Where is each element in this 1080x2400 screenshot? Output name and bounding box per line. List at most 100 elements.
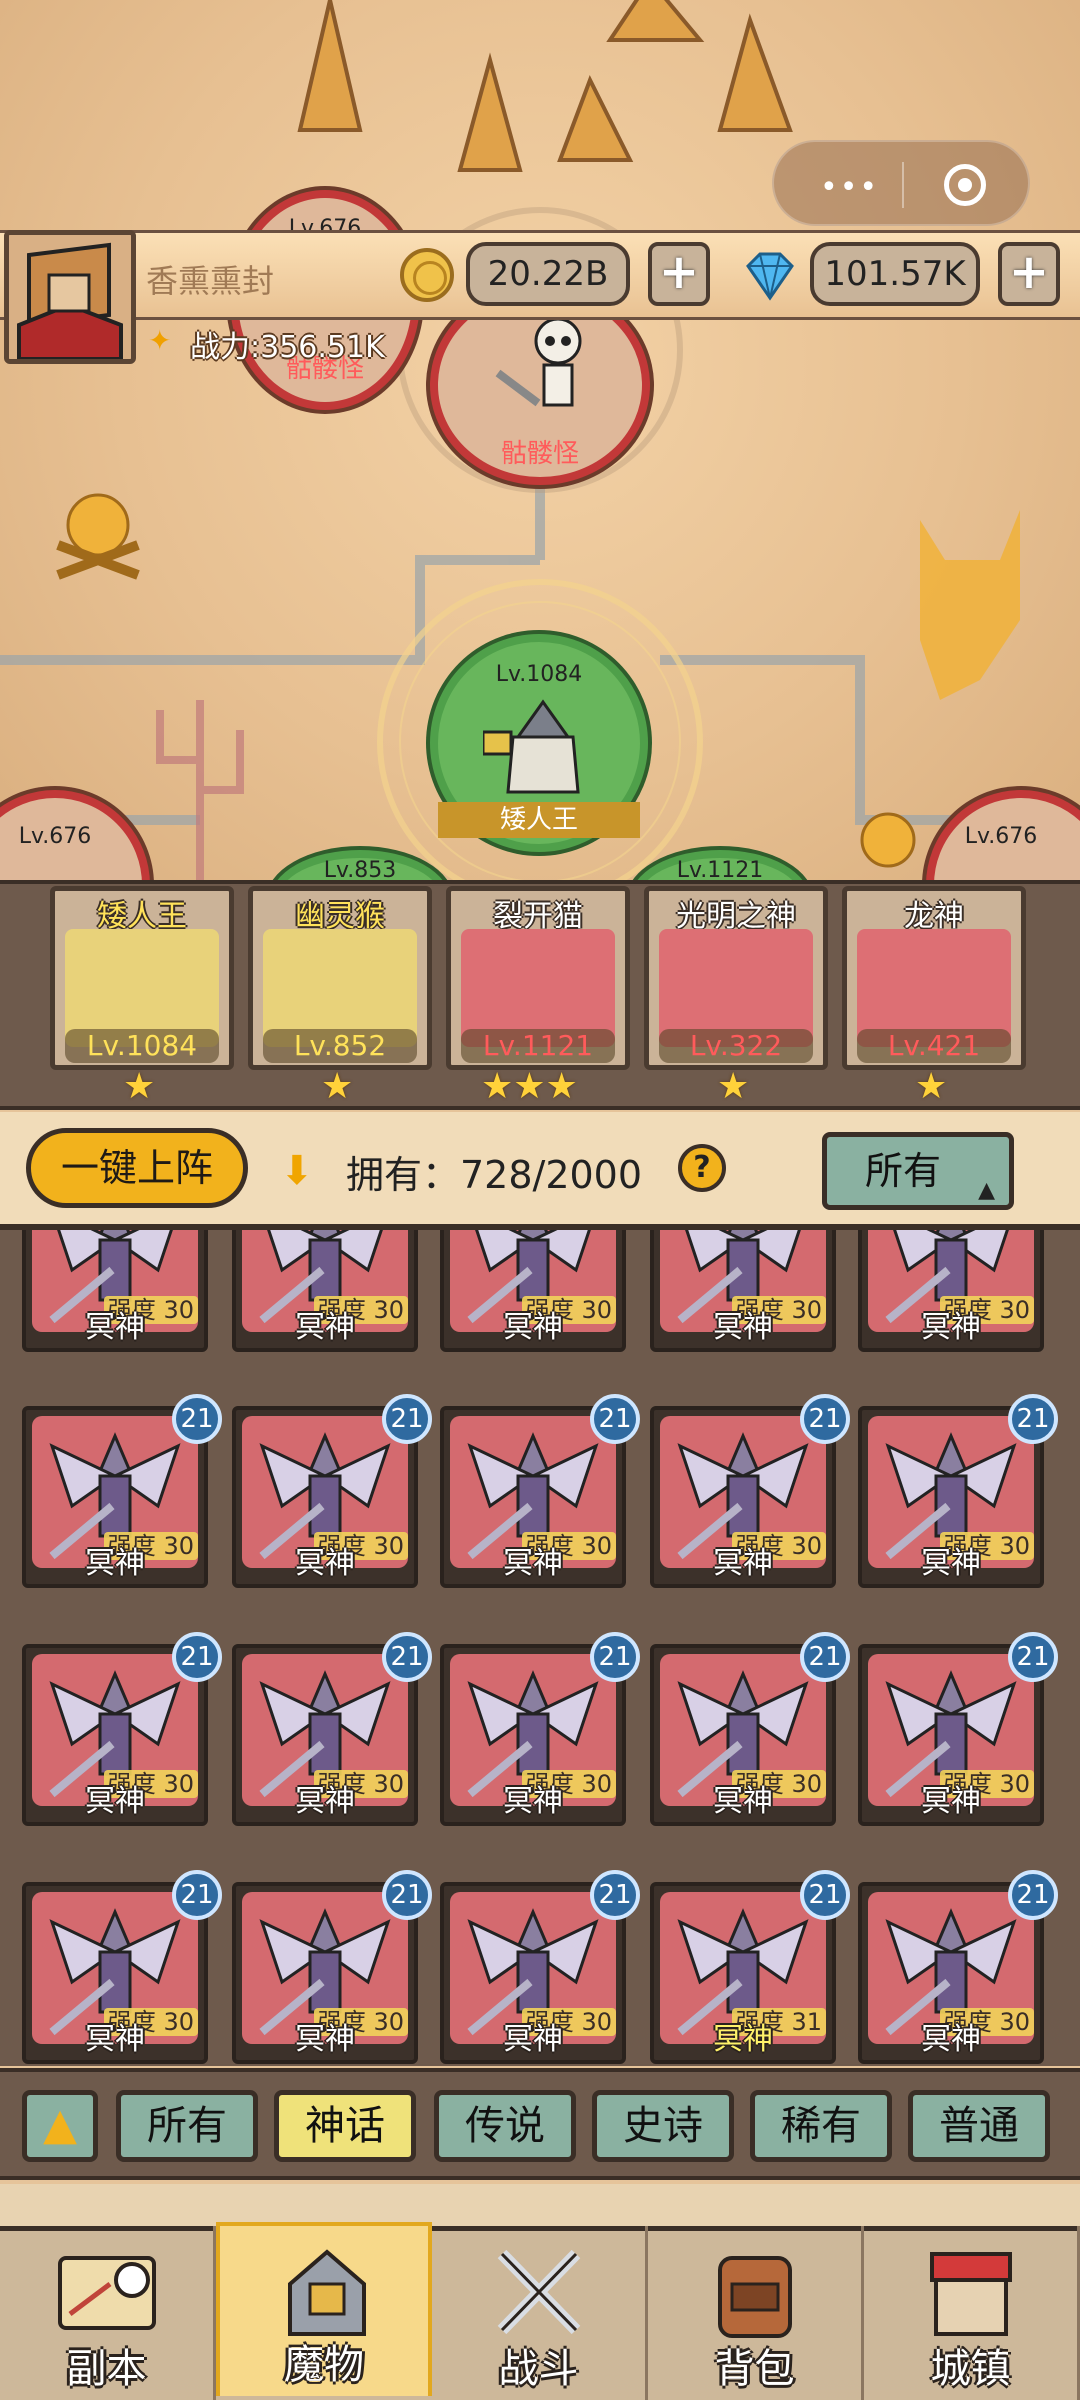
level-badge: 21 <box>172 1870 222 1920</box>
monster-card[interactable]: 强度 30 冥神 21 <box>858 1632 1058 1826</box>
level-badge: 21 <box>590 1870 640 1920</box>
backpack-icon <box>698 2244 812 2340</box>
map-area: Lv.676 骷髅怪 骷髅怪 Lv.1084 矮人王 Lv.676 Lv.676… <box>0 0 1080 980</box>
map-scroll-icon <box>50 2244 164 2340</box>
team-member-level: Lv.322 <box>659 1029 813 1063</box>
monster-card[interactable]: 强度 30 冥神 21 <box>22 1632 222 1826</box>
team-member-level: Lv.421 <box>857 1029 1011 1063</box>
monster-name: 冥神 <box>295 1310 355 1345</box>
node-level: Lv.676 <box>964 824 1038 849</box>
add-gold-button[interactable]: + <box>648 242 710 306</box>
monster-name: 冥神 <box>503 1546 563 1581</box>
nav-tab[interactable]: 副本 <box>0 2226 216 2400</box>
monster-card[interactable]: 强度 30 冥神 <box>440 1230 626 1352</box>
map-node-dwarf-king[interactable]: Lv.1084 矮人王 <box>430 634 648 852</box>
nav-tab[interactable]: 背包 <box>648 2226 864 2400</box>
monster-name: 冥神 <box>713 1310 773 1345</box>
nav-tab[interactable]: 战斗 <box>432 2226 648 2400</box>
more-dots-icon[interactable]: ••• <box>820 170 879 205</box>
sort-down-arrow-icon[interactable]: ⬇ <box>280 1148 314 1194</box>
level-badge: 21 <box>800 1632 850 1682</box>
monster-card[interactable]: 强度 31 冥神 21 <box>650 1870 850 2064</box>
monster-card[interactable]: 强度 30 冥神 21 <box>232 1870 432 2064</box>
level-badge: 21 <box>382 1632 432 1682</box>
star-rating: ★ <box>123 1066 156 1107</box>
combat-power: 战力:356.51K <box>190 330 385 365</box>
avatar[interactable] <box>4 230 136 364</box>
monster-card[interactable]: 强度 30 冥神 21 <box>232 1394 432 1588</box>
level-badge: 21 <box>800 1394 850 1444</box>
monster-card[interactable]: 强度 30 冥神 21 <box>440 1632 640 1826</box>
team-slot[interactable]: 光明之神 Lv.322 <box>644 886 828 1070</box>
dwarf-king-icon <box>483 699 580 794</box>
collapse-up-button[interactable]: ▲ <box>22 2090 98 2162</box>
rarity-tab[interactable]: 神话 <box>274 2090 416 2162</box>
team-member-level: Lv.1121 <box>461 1029 615 1063</box>
filter-dropdown-label: 所有 <box>865 1149 942 1193</box>
level-badge: 21 <box>590 1632 640 1682</box>
monster-card[interactable]: 强度 30 冥神 <box>650 1230 836 1352</box>
node-level: Lv.1084 <box>495 662 583 687</box>
rarity-tab[interactable]: 所有 <box>116 2090 258 2162</box>
team-member-level: Lv.1084 <box>65 1029 219 1063</box>
monster-card[interactable]: 强度 30 冥神 21 <box>858 1394 1058 1588</box>
team-slot[interactable]: 龙神 Lv.421 <box>842 886 1026 1070</box>
monster-card[interactable]: 强度 30 冥神 <box>232 1230 418 1352</box>
monster-name: 冥神 <box>921 1784 981 1819</box>
monster-card[interactable]: 强度 30 冥神 21 <box>22 1870 222 2064</box>
monster-card[interactable]: 强度 30 冥神 21 <box>650 1632 850 1826</box>
nav-tab[interactable]: 城镇 <box>864 2226 1080 2400</box>
team-slot[interactable]: 幽灵猴 Lv.852 <box>248 886 432 1070</box>
team-slot[interactable]: 矮人王 Lv.1084 <box>50 886 234 1070</box>
monster-name: 冥神 <box>85 2022 145 2057</box>
monster-name: 冥神 <box>295 1784 355 1819</box>
team-slot[interactable]: 裂开猫 Lv.1121 <box>446 886 630 1070</box>
monster-card[interactable]: 强度 30 冥神 <box>22 1230 208 1352</box>
monster-card[interactable]: 强度 30 冥神 <box>858 1230 1044 1352</box>
player-name: 香熏熏封 <box>146 262 275 300</box>
team-member-level: Lv.852 <box>263 1029 417 1063</box>
add-diamond-button[interactable]: + <box>998 242 1060 306</box>
monster-card[interactable]: 强度 30 冥神 21 <box>22 1394 222 1588</box>
shop-icon <box>914 2244 1028 2340</box>
skeleton-icon <box>495 317 582 407</box>
monster-name: 冥神 <box>503 2022 563 2057</box>
filter-dropdown[interactable]: 所有 ▲ <box>822 1132 1014 1210</box>
level-badge: 21 <box>382 1870 432 1920</box>
diamond-amount: 101.57K <box>810 242 980 306</box>
auto-deploy-button[interactable]: 一键上阵 <box>26 1128 248 1208</box>
monster-name: 冥神 <box>85 1310 145 1345</box>
monster-card[interactable]: 强度 30 冥神 21 <box>232 1632 432 1826</box>
gold-amount: 20.22B <box>466 242 630 306</box>
nav-tab-label: 背包 <box>714 2346 795 2392</box>
rarity-tab[interactable]: 稀有 <box>750 2090 892 2162</box>
monster-grid[interactable]: 强度 30 冥神 强度 30 冥神 强度 30 冥神 强度 30 冥神 强度 30 冥神 强度 30… <box>0 1230 1080 2066</box>
monster-card[interactable]: 强度 30 冥神 21 <box>440 1394 640 1588</box>
monster-card[interactable]: 强度 30 冥神 21 <box>650 1394 850 1588</box>
monster-name: 冥神 <box>85 1784 145 1819</box>
target-circle-icon[interactable] <box>944 164 986 206</box>
monster-card[interactable]: 强度 30 冥神 21 <box>858 1870 1058 2064</box>
level-badge: 21 <box>172 1632 222 1682</box>
star-rating: ★ <box>717 1066 750 1107</box>
level-badge: 21 <box>172 1394 222 1444</box>
monster-name: 冥神 <box>85 1546 145 1581</box>
help-button[interactable]: ? <box>678 1144 726 1192</box>
level-badge: 21 <box>800 1870 850 1920</box>
node-name: 骷髅怪 <box>500 439 579 469</box>
avatar-portrait <box>9 235 131 359</box>
monster-name: 冥神 <box>921 2022 981 2057</box>
rarity-tab[interactable]: 传说 <box>434 2090 576 2162</box>
owned-count: 拥有：728/2000 <box>346 1153 643 1197</box>
star-rating: ★ <box>321 1066 354 1107</box>
monster-card[interactable]: 强度 30 冥神 21 <box>440 1870 640 2064</box>
level-badge: 21 <box>382 1394 432 1444</box>
nav-tab[interactable]: 魔物 <box>216 2222 432 2396</box>
level-badge: 21 <box>1008 1870 1058 1920</box>
rarity-tab[interactable]: 普通 <box>908 2090 1050 2162</box>
level-badge: 21 <box>1008 1394 1058 1444</box>
monster-name: 冥神 <box>295 2022 355 2057</box>
caret-up-icon: ▲ <box>978 1178 995 1203</box>
rarity-tab[interactable]: 史诗 <box>592 2090 734 2162</box>
gold-coin-icon <box>400 248 454 302</box>
